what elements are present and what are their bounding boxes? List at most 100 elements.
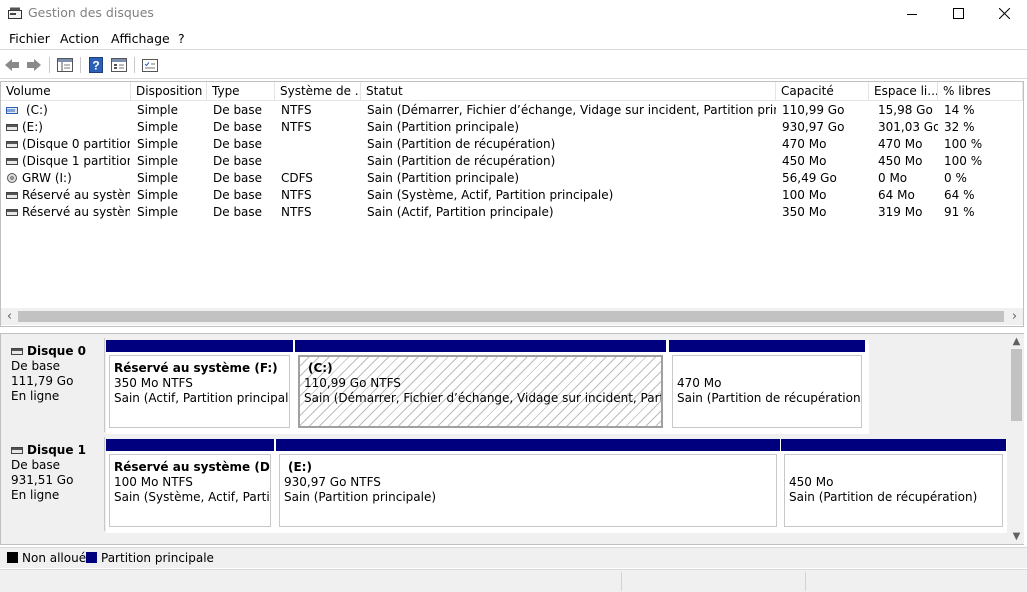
table-row[interactable]: (Disque 0 partition... Simple De base Sain …: [1, 136, 1023, 153]
cell-capacity: 470 Mo: [782, 137, 827, 151]
column-type[interactable]: Type: [207, 82, 275, 101]
scroll-left-icon[interactable]: ‹: [1, 308, 18, 325]
horizontal-scrollbar[interactable]: ‹ ›: [1, 308, 1023, 325]
settings-button[interactable]: [141, 56, 159, 74]
window-title: Gestion des disques: [28, 5, 154, 20]
scroll-right-icon[interactable]: ›: [1006, 308, 1023, 325]
console-tree-button[interactable]: [56, 56, 74, 74]
table-row[interactable]: (C:) Simple De base NTFS Sain (Démarrer, Fic…: [1, 102, 1023, 119]
vertical-scrollbar[interactable]: ▲ ▼: [1009, 334, 1024, 544]
scroll-up-icon[interactable]: ▲: [1009, 334, 1024, 349]
forward-button[interactable]: [25, 56, 43, 74]
cell-status: Sain (Système, Actif, Partition principa…: [367, 188, 614, 202]
primary-partition-bar: [669, 340, 865, 352]
cell-pct: 0 %: [944, 171, 967, 185]
checklist-icon: [142, 58, 158, 72]
menu-action[interactable]: Action: [60, 31, 99, 46]
partition-recovery-1[interactable]: 450 Mo Sain (Partition de récupération): [781, 439, 1006, 529]
table-row[interactable]: (E:) Simple De base NTFS Sain (Partition pri…: [1, 119, 1023, 136]
back-button[interactable]: [3, 56, 21, 74]
minimize-button[interactable]: [889, 0, 935, 27]
menu-fichier[interactable]: Fichier: [9, 31, 50, 46]
cell-fs: NTFS: [281, 103, 312, 117]
column-espace-libre[interactable]: Espace li...: [869, 82, 938, 101]
partition-reserve-d[interactable]: Réservé au système (D:) 100 Mo NTFS Sain…: [106, 439, 274, 529]
partition-body: Réservé au système (D:) 100 Mo NTFS Sain…: [109, 454, 271, 527]
column-volume[interactable]: Volume: [1, 82, 131, 101]
cell-status: Sain (Partition principale): [367, 120, 520, 134]
cell-free: 0 Mo: [878, 171, 908, 185]
disk-0-state: En ligne: [11, 389, 60, 403]
disk-1-info[interactable]: Disque 1 De base 931,51 Go En ligne: [3, 437, 105, 531]
table-row[interactable]: Réservé au systèm... Simple De base NTFS Sai…: [1, 187, 1023, 204]
cell-name: Réservé au systèm...: [22, 188, 130, 202]
maximize-button[interactable]: [935, 0, 981, 27]
column-filesystem[interactable]: Système de ...: [275, 82, 361, 101]
partition-e[interactable]: (E:) 930,97 Go NTFS Sain (Partition prin…: [276, 439, 780, 529]
cell-type: De base: [213, 120, 263, 134]
partition-title: (C:): [308, 361, 333, 375]
primary-partition-bar: [276, 439, 780, 451]
partition-size: 100 Mo NTFS: [114, 475, 193, 489]
column-statut[interactable]: Statut: [361, 82, 776, 101]
cell-fs: CDFS: [281, 171, 313, 185]
disk-icon: [11, 447, 23, 454]
primary-partition-bar: [781, 439, 1006, 451]
disk-graphical-view: Disque 0 De base 111,79 Go En ligne Rése…: [0, 333, 1024, 545]
menu-affichage[interactable]: Affichage: [111, 31, 170, 46]
cell-name: GRW (I:): [22, 171, 72, 185]
cell-pct: 32 %: [944, 120, 975, 134]
scroll-down-icon[interactable]: ▼: [1009, 529, 1024, 544]
cell-capacity: 930,97 Go: [782, 120, 845, 134]
help-button[interactable]: ?: [87, 56, 105, 74]
cell-free: 64 Mo: [878, 188, 915, 202]
partition-title: [677, 361, 861, 376]
legend-swatch-unallocated: [7, 552, 18, 563]
volume-icon: [6, 209, 18, 216]
toolbar-separator: [80, 57, 81, 73]
disk-1-name: Disque 1: [27, 443, 87, 457]
arrow-left-icon: [5, 59, 19, 71]
disk-1-size: 931,51 Go: [11, 473, 74, 487]
partition-reserve-f[interactable]: Réservé au système (F:) 350 Mo NTFS Sain…: [106, 340, 293, 430]
menu-help[interactable]: ?: [178, 31, 185, 46]
partition-body: 450 Mo Sain (Partition de récupération): [784, 454, 1003, 527]
title-bar: Gestion des disques: [0, 0, 1027, 27]
maximize-icon: [952, 8, 964, 19]
partition-size: 110,99 Go NTFS: [304, 376, 401, 390]
partition-size: 350 Mo NTFS: [114, 376, 193, 390]
disk-0-type: De base: [11, 359, 61, 373]
cell-name: (E:): [22, 120, 43, 134]
table-row[interactable]: GRW (I:) Simple De base CDFS Sain (Partition…: [1, 170, 1023, 187]
scrollbar-thumb[interactable]: [18, 311, 1004, 322]
cell-type: De base: [213, 205, 263, 219]
properties-button[interactable]: [110, 56, 128, 74]
cell-pct: 100 %: [944, 137, 983, 151]
partition-size: 470 Mo: [677, 376, 722, 390]
partition-body: (C:) 110,99 Go NTFS Sain (Démarrer, Fich…: [298, 355, 663, 428]
cell-status: Sain (Partition de récupération): [367, 154, 556, 168]
column-disposition[interactable]: Disposition: [131, 82, 207, 101]
cell-type: De base: [213, 188, 263, 202]
column-pct-libres[interactable]: % libres: [938, 82, 1023, 101]
table-row[interactable]: (Disque 1 partition... Simple De base Sain …: [1, 153, 1023, 170]
column-capacite[interactable]: Capacité: [776, 82, 869, 101]
scrollbar-thumb[interactable]: [1011, 349, 1022, 421]
minimize-icon: [907, 13, 917, 15]
cd-drive-icon: [7, 173, 17, 183]
partition-recovery-0[interactable]: 470 Mo Sain (Partition de récupération): [669, 340, 865, 430]
cell-fs: NTFS: [281, 205, 312, 219]
legend: Non alloué Partition principale: [0, 547, 1027, 568]
close-button[interactable]: [981, 0, 1027, 27]
volume-icon: [6, 124, 18, 131]
disk-0-info[interactable]: Disque 0 De base 111,79 Go En ligne: [3, 338, 105, 432]
partition-c[interactable]: (C:) 110,99 Go NTFS Sain (Démarrer, Fich…: [295, 340, 666, 430]
cell-free: 15,98 Go: [878, 103, 933, 117]
table-row[interactable]: Réservé au systèm... Simple De base NTFS Sai…: [1, 204, 1023, 221]
cell-pct: 91 %: [944, 205, 975, 219]
cell-name: (Disque 0 partition...: [22, 137, 130, 151]
cell-type: De base: [213, 103, 263, 117]
partition-size: 450 Mo: [789, 475, 834, 489]
svg-text:?: ?: [92, 59, 99, 73]
volume-icon: [6, 141, 18, 148]
